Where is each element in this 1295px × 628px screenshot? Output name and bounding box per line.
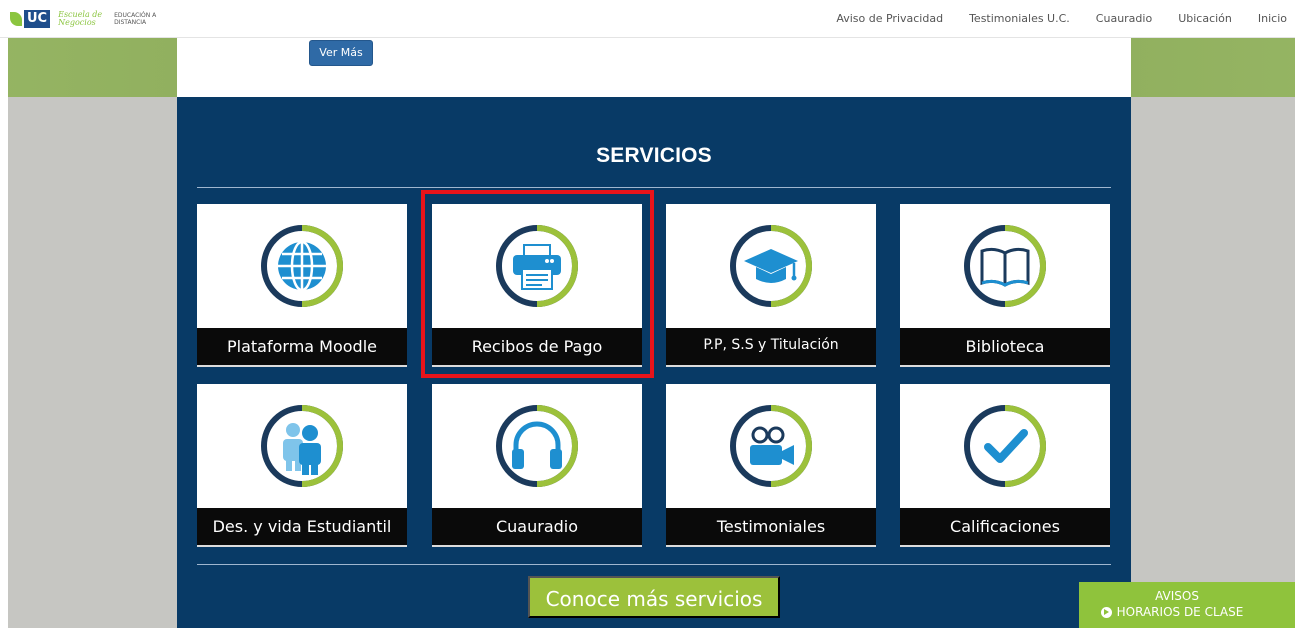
top-navbar: UC Escuela de Negocios EDUCACIÓN A DISTA… bbox=[0, 0, 1295, 38]
people-icon bbox=[261, 405, 343, 487]
nav-aviso-privacidad[interactable]: Aviso de Privacidad bbox=[823, 0, 956, 38]
divider-bottom bbox=[197, 564, 1111, 565]
graduation-cap-icon bbox=[730, 225, 812, 307]
service-card-testimoniales[interactable]: Testimoniales bbox=[666, 384, 876, 547]
avisos-title: AVISOS bbox=[1155, 589, 1199, 603]
services-panel: SERVICIOS Plataforma Moodle Recibos de P… bbox=[177, 97, 1131, 628]
leaf-icon bbox=[10, 11, 22, 26]
educacion-distancia-logo: EDUCACIÓN A DISTANCIA bbox=[114, 11, 157, 26]
service-label: Plataforma Moodle bbox=[197, 328, 407, 365]
service-card-plataforma-moodle[interactable]: Plataforma Moodle bbox=[197, 204, 407, 367]
ver-mas-button[interactable]: Ver Más bbox=[309, 40, 373, 66]
horarios-de-clase-link[interactable]: HORARIOS DE CLASE bbox=[1117, 604, 1244, 620]
service-card-calificaciones[interactable]: Calificaciones bbox=[900, 384, 1110, 547]
conoce-mas-servicios-button[interactable]: Conoce más servicios bbox=[528, 576, 780, 618]
globe-icon bbox=[261, 225, 343, 307]
divider-top bbox=[197, 187, 1111, 188]
video-camera-icon bbox=[730, 405, 812, 487]
service-label: Cuauradio bbox=[432, 508, 642, 545]
main-nav: Aviso de Privacidad Testimoniales U.C. C… bbox=[823, 0, 1295, 38]
nav-ubicacion[interactable]: Ubicación bbox=[1165, 0, 1245, 38]
service-label: Biblioteca bbox=[900, 328, 1110, 365]
nav-inicio[interactable]: Inicio bbox=[1245, 0, 1287, 38]
nav-cuauradio[interactable]: Cuauradio bbox=[1083, 0, 1165, 38]
nav-testimoniales[interactable]: Testimoniales U.C. bbox=[956, 0, 1083, 38]
headphones-icon bbox=[496, 405, 578, 487]
uc-logo-text: UC bbox=[24, 9, 51, 28]
arrow-circle-icon bbox=[1100, 606, 1112, 618]
service-label: P.P, S.S y Titulación bbox=[666, 328, 876, 365]
service-card-vida-estudiantil[interactable]: Des. y vida Estudiantil bbox=[197, 384, 407, 547]
service-label: Des. y vida Estudiantil bbox=[197, 508, 407, 545]
service-label: Testimoniales bbox=[666, 508, 876, 545]
logo-group[interactable]: UC Escuela de Negocios EDUCACIÓN A DISTA… bbox=[0, 9, 166, 28]
left-strip bbox=[0, 38, 8, 628]
avisos-widget[interactable]: AVISOS HORARIOS DE CLASE bbox=[1079, 582, 1295, 628]
services-title: SERVICIOS bbox=[596, 144, 712, 167]
escuela-negocios-logo: Escuela de Negocios bbox=[58, 9, 103, 27]
book-icon bbox=[964, 225, 1046, 307]
service-card-cuauradio[interactable]: Cuauradio bbox=[432, 384, 642, 547]
uc-logo[interactable]: UC bbox=[10, 9, 51, 28]
service-label: Calificaciones bbox=[900, 508, 1110, 545]
highlight-box bbox=[421, 190, 654, 378]
service-card-titulacion[interactable]: P.P, S.S y Titulación bbox=[666, 204, 876, 367]
checkmark-icon bbox=[964, 405, 1046, 487]
service-card-biblioteca[interactable]: Biblioteca bbox=[900, 204, 1110, 367]
